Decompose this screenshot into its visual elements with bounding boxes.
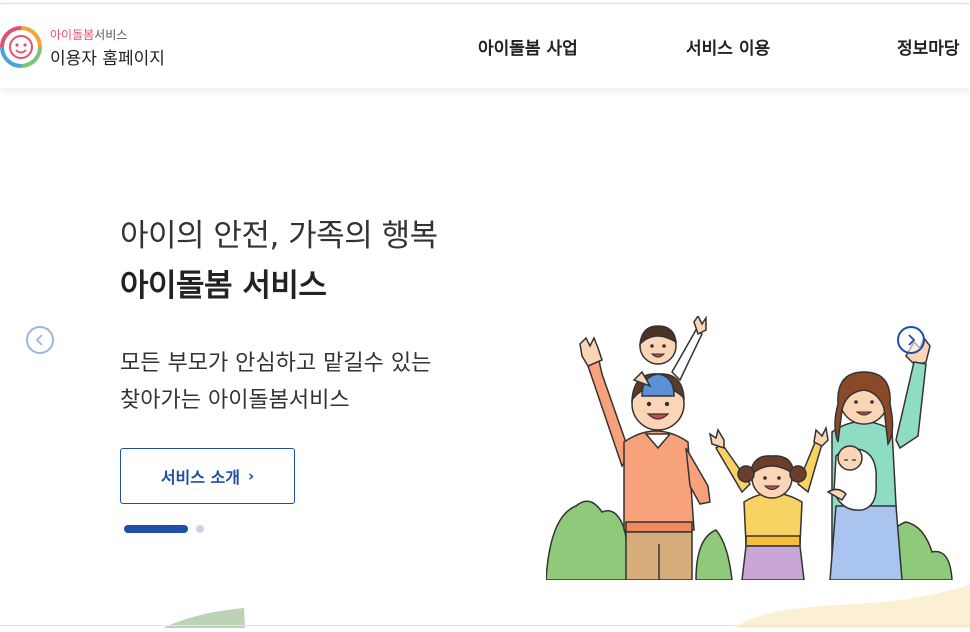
bottom-divider — [0, 625, 970, 626]
service-intro-label: 서비스 소개 — [160, 468, 240, 487]
logo-subtitle-accent: 아이돌봄 — [50, 28, 95, 42]
chevron-right-icon — [908, 334, 916, 346]
pagination-dot[interactable] — [196, 525, 204, 533]
nav-item-service-use[interactable]: 서비스 이용 — [686, 34, 770, 59]
hero-description-line1: 모든 부모가 안심하고 맡길수 있는 — [120, 351, 432, 376]
logo-subtitle: 아이돌봄서비스 — [50, 26, 127, 43]
hero-title-line1: 아이의 안전, 가족의 행복 — [120, 218, 438, 254]
carousel-next-button[interactable] — [897, 326, 925, 354]
chevron-left-icon — [35, 334, 43, 346]
site-logo[interactable]: 아이돌봄서비스 이용자 홈페이지 — [0, 24, 180, 70]
hero-carousel: 아이의 안전, 가족의 행복 아이돌봄 서비스 모든 부모가 안심하고 맡길수 … — [0, 88, 970, 628]
decorative-blob-yellow — [734, 584, 970, 628]
hero-title-line2: 아이돌봄 서비스 — [120, 268, 327, 304]
pagination-dot-active[interactable] — [124, 525, 188, 533]
family-illustration — [546, 316, 953, 580]
chevron-right-small-icon: › — [247, 467, 255, 485]
logo-title: 이용자 홈페이지 — [50, 49, 165, 69]
logo-subtitle-rest: 서비스 — [94, 28, 128, 42]
nav-item-info-board[interactable]: 정보마당 — [897, 34, 960, 59]
carousel-prev-button[interactable] — [26, 326, 54, 354]
site-header: 아이돌봄서비스 이용자 홈페이지 아이돌봄 사업 서비스 이용 정보마당 — [0, 4, 970, 88]
service-intro-button[interactable]: 서비스 소개 › — [120, 448, 295, 504]
hero-description-line2: 찾아가는 아이돌봄서비스 — [120, 388, 350, 413]
smiley-logo-icon — [0, 26, 42, 68]
nav-item-childcare-program[interactable]: 아이돌봄 사업 — [478, 34, 578, 59]
